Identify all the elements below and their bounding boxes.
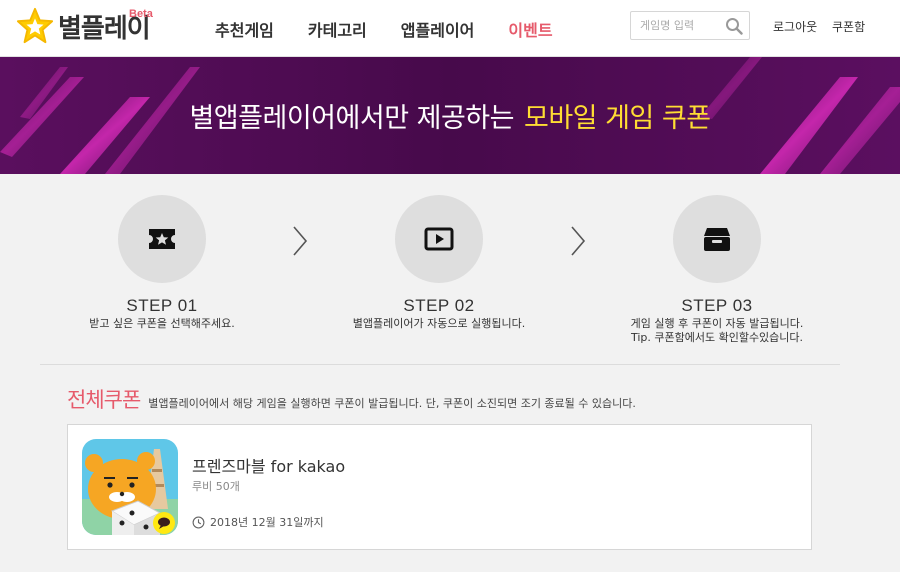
- beta-badge: Beta: [129, 8, 153, 20]
- step-1: STEP 01 받고 싶은 쿠폰을 선택해주세요.: [32, 195, 292, 331]
- coupon-card[interactable]: 프렌즈마블 for kakao 루비 50개 2018년 12월 31일까지: [67, 424, 812, 550]
- step-3-tip: Tip. 쿠폰함에서도 확인할수있습니다.: [630, 331, 804, 344]
- step-1-circle: [118, 195, 206, 283]
- step-1-desc: 받고 싶은 쿠폰을 선택해주세요.: [89, 317, 235, 330]
- step-3-title: STEP 03: [681, 296, 753, 315]
- search-icon[interactable]: [725, 17, 743, 35]
- coupon-section-header: 전체쿠폰 별앱플레이어에서 해당 게임을 실행하면 쿠폰이 발급됩니다. 단, …: [67, 384, 636, 414]
- nav-item-event[interactable]: 이벤트: [508, 17, 552, 41]
- search-input[interactable]: [631, 12, 723, 39]
- coupon-box-icon: [704, 228, 730, 251]
- coupon-box-link[interactable]: 쿠폰함: [832, 18, 865, 35]
- nav-item-recommended[interactable]: 추천게임: [215, 17, 274, 41]
- coupon-steps: STEP 01 받고 싶은 쿠폰을 선택해주세요. STEP 02 별앱플레이어…: [40, 175, 840, 365]
- search-box: [630, 11, 750, 40]
- banner-title-text: 별앱플레이어에서만 제공하는: [189, 103, 514, 134]
- nav-item-category[interactable]: 카테고리: [308, 17, 367, 41]
- banner-title: 별앱플레이어에서만 제공하는 모바일 게임 쿠폰: [0, 57, 900, 174]
- clock-icon: [192, 516, 205, 528]
- step-2-desc: 별앱플레이어가 자동으로 실행됩니다.: [352, 317, 526, 330]
- nav-item-app-player[interactable]: 앱플레이어: [401, 17, 475, 41]
- banner-title-highlight: 모바일 게임 쿠폰: [523, 103, 711, 134]
- step-3-desc: 게임 실행 후 쿠폰이 자동 발급됩니다.: [630, 317, 804, 330]
- chevron-right-icon: [293, 226, 308, 256]
- logout-link[interactable]: 로그아웃: [773, 18, 817, 35]
- chevron-right-icon: [571, 226, 586, 256]
- play-icon: [424, 227, 454, 251]
- step-3-circle: [673, 195, 761, 283]
- step-3: STEP 03 게임 실행 후 쿠폰이 자동 발급됩니다. Tip. 쿠폰함에서…: [587, 195, 847, 345]
- event-banner: 별앱플레이어에서만 제공하는 모바일 게임 쿠폰: [0, 57, 900, 174]
- step-2-title: STEP 02: [403, 296, 475, 315]
- main-nav: 추천게임 카테고리 앱플레이어 이벤트: [215, 0, 587, 57]
- game-name: 프렌즈마블 for kakao: [192, 457, 346, 476]
- section-title: 전체쿠폰: [67, 388, 141, 412]
- coupon-expiry: 2018년 12월 31일까지: [192, 514, 324, 530]
- ticket-star-icon: [149, 229, 175, 249]
- section-description: 별앱플레이어에서 해당 게임을 실행하면 쿠폰이 발급됩니다. 단, 쿠폰이 소…: [148, 397, 636, 410]
- coupon-reward: 루비 50개: [192, 480, 240, 493]
- step-2-circle: [395, 195, 483, 283]
- star-logo-icon: [16, 7, 54, 44]
- game-icon: [82, 439, 178, 535]
- step-1-title: STEP 01: [126, 296, 198, 315]
- expiry-date: 2018년 12월 31일까지: [210, 516, 324, 529]
- step-2: STEP 02 별앱플레이어가 자동으로 실행됩니다.: [309, 195, 569, 331]
- top-header: 별플레이 Beta 추천게임 카테고리 앱플레이어 이벤트 로그아웃 쿠폰함: [0, 0, 900, 57]
